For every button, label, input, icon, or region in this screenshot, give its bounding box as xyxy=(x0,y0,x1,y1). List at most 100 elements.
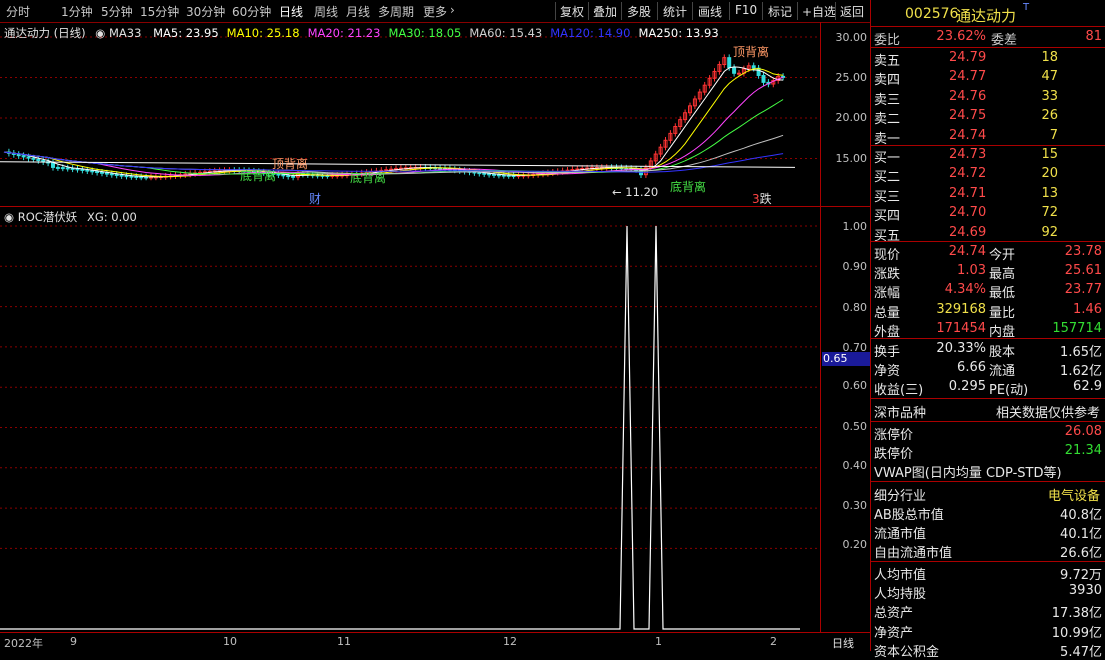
period-label[interactable]: 日线 xyxy=(832,635,854,651)
tab-5min[interactable]: 5分钟 xyxy=(101,3,133,20)
candle-body xyxy=(26,156,31,159)
tab-multi-period[interactable]: 多周期 xyxy=(378,3,414,20)
stat-label: 股本 xyxy=(989,345,1016,360)
stat-row: 净资 6.66 流通 1.62亿 xyxy=(871,359,1105,379)
bid-row[interactable]: 买四 24.70 72 xyxy=(871,204,1105,225)
indicator-toggle[interactable]: ◉ ROC潜伏妖 xyxy=(4,210,77,224)
adjust-button[interactable]: 复权 xyxy=(560,3,584,20)
holder-label: 资本公积金 xyxy=(874,644,940,660)
draw-line-button[interactable]: 画线 xyxy=(698,3,722,20)
ma-toggle[interactable]: ◉ MA33 xyxy=(95,26,141,40)
divider xyxy=(621,2,622,20)
stat-label: 外盘 xyxy=(874,324,901,340)
candle-body xyxy=(129,175,134,178)
stat-value: 23.77 xyxy=(1064,282,1102,298)
stat-label: 最高 xyxy=(989,267,1016,283)
tab-15min[interactable]: 15分钟 xyxy=(140,3,179,20)
ask-row[interactable]: 卖一 24.74 7 xyxy=(871,127,1105,147)
back-button[interactable]: 返回 xyxy=(840,3,864,20)
tab-daily[interactable]: 日线 xyxy=(279,3,303,20)
stat-label: 现价 xyxy=(874,248,901,263)
cap-value: 40.1亿 xyxy=(1060,527,1102,543)
bid-row[interactable]: 买二 24.72 20 xyxy=(871,165,1105,185)
bottom-divergence-label: 底背离 xyxy=(670,180,707,194)
fall-marker[interactable]: 3跌 xyxy=(752,190,772,207)
ma-legend: MA5: 23.95 MA10: 25.18 MA20: 21.23 MA30: 18… xyxy=(145,26,719,40)
finance-marker[interactable]: 财 xyxy=(309,190,321,207)
candle-body xyxy=(36,158,41,162)
cap-value: 26.6亿 xyxy=(1060,546,1102,562)
ma-legend-item: MA20: 21.23 xyxy=(308,26,381,40)
mark-button[interactable]: 标记 xyxy=(768,3,792,20)
stock-header: 002576 通达动力 T xyxy=(871,2,1105,26)
ask-row[interactable]: 卖四 24.77 47 xyxy=(871,68,1105,88)
tab-60min[interactable]: 60分钟 xyxy=(232,3,271,20)
xg-value: XG: 0.00 xyxy=(86,210,137,224)
t-flag-icon: T xyxy=(1023,2,1030,13)
tab-more[interactable]: 更多 xyxy=(423,3,447,20)
bid-row-label: 买一 xyxy=(874,151,901,166)
indicator-tick: 0.20 xyxy=(842,538,868,551)
stat-row: 外盘 171454 内盘 157714 xyxy=(871,320,1105,340)
ma-line xyxy=(3,66,784,178)
overlay-button[interactable]: 叠加 xyxy=(593,3,617,20)
bid-row[interactable]: 买五 24.69 92 xyxy=(871,224,1105,244)
indicator-tick: 0.30 xyxy=(842,499,868,512)
stats-button[interactable]: 统计 xyxy=(663,3,687,20)
candle-body xyxy=(60,167,65,170)
ask-row[interactable]: 卖五 24.79 18 xyxy=(871,49,1105,69)
ask-row-label: 卖二 xyxy=(874,112,901,128)
bid-row[interactable]: 买三 24.71 13 xyxy=(871,185,1105,205)
market-row: 深市品种 相关数据仅供参考 xyxy=(874,406,1100,421)
stat-label: 最低 xyxy=(989,286,1016,302)
candle-body xyxy=(492,173,496,176)
stat-label: 量比 xyxy=(989,305,1016,321)
ma-value: 25.18 xyxy=(266,26,300,40)
divider xyxy=(729,2,730,20)
period-toolbar: 分时 1分钟 5分钟 15分钟 30分钟 60分钟 日线 周线 月线 多周期 更… xyxy=(0,0,870,23)
add-watchlist-button[interactable]: +自选 xyxy=(802,3,836,20)
vwap-link[interactable]: VWAP图(日内均量 CDP-STD等) xyxy=(871,461,1105,481)
indicator-tick: 1.00 xyxy=(842,220,868,233)
stat-value: 0.295 xyxy=(948,379,986,394)
stat-value: 20.33% xyxy=(936,341,986,356)
ask-row[interactable]: 卖三 24.76 33 xyxy=(871,88,1105,108)
cap-row: AB股总市值 40.8亿 xyxy=(871,503,1105,523)
ask-row-label: 卖三 xyxy=(874,92,901,108)
tab-monthly[interactable]: 月线 xyxy=(346,3,370,20)
bid-row-volume: 15 xyxy=(1041,147,1058,162)
tab-fenshi[interactable]: 分时 xyxy=(6,3,30,20)
stat-value: 23.78 xyxy=(1064,244,1102,259)
stat-label: 换手 xyxy=(874,345,901,360)
date-label: 12 xyxy=(503,635,517,648)
indicator-chart[interactable]: ◉ ROC潜伏妖 XG: 0.00 xyxy=(0,207,820,632)
divider xyxy=(588,2,589,20)
more-arrow-icon[interactable]: › xyxy=(450,3,455,17)
indicator-tick: 0.60 xyxy=(842,379,868,392)
stat-value: 157714 xyxy=(1052,320,1102,336)
stat-value: 6.66 xyxy=(957,360,986,375)
bid-row-volume: 72 xyxy=(1041,205,1058,221)
multi-stock-button[interactable]: 多股 xyxy=(627,3,651,20)
bid-row-label: 买四 xyxy=(874,209,901,225)
f10-button[interactable]: F10 xyxy=(735,3,757,17)
indicator-tick: 0.50 xyxy=(842,420,868,433)
tab-1min[interactable]: 1分钟 xyxy=(61,3,93,20)
date-label: 2022年 xyxy=(4,637,43,650)
candle-body xyxy=(487,173,492,176)
stat-row: 现价 24.74 今开 23.78 xyxy=(871,243,1105,263)
ma-value: 18.05 xyxy=(428,26,462,40)
stat-value: 1.46 xyxy=(1073,301,1102,317)
candle-body xyxy=(104,172,109,175)
date-label: 2 xyxy=(770,635,777,648)
bid-row[interactable]: 买一 24.73 15 xyxy=(871,146,1105,166)
tab-30min[interactable]: 30分钟 xyxy=(186,3,225,20)
divider xyxy=(657,2,658,20)
ask-row[interactable]: 卖二 24.75 26 xyxy=(871,107,1105,128)
bid-row-price: 24.70 xyxy=(949,205,987,221)
ma-label: MA250: xyxy=(638,26,683,40)
ask-row-volume: 26 xyxy=(1041,108,1058,124)
kline-chart[interactable]: 通达动力 (日线) ◉ MA33 MA5: 23.95 MA10: 25.18 MA… xyxy=(0,22,820,207)
indicator-canvas[interactable] xyxy=(0,207,820,632)
tab-weekly[interactable]: 周线 xyxy=(314,3,338,20)
